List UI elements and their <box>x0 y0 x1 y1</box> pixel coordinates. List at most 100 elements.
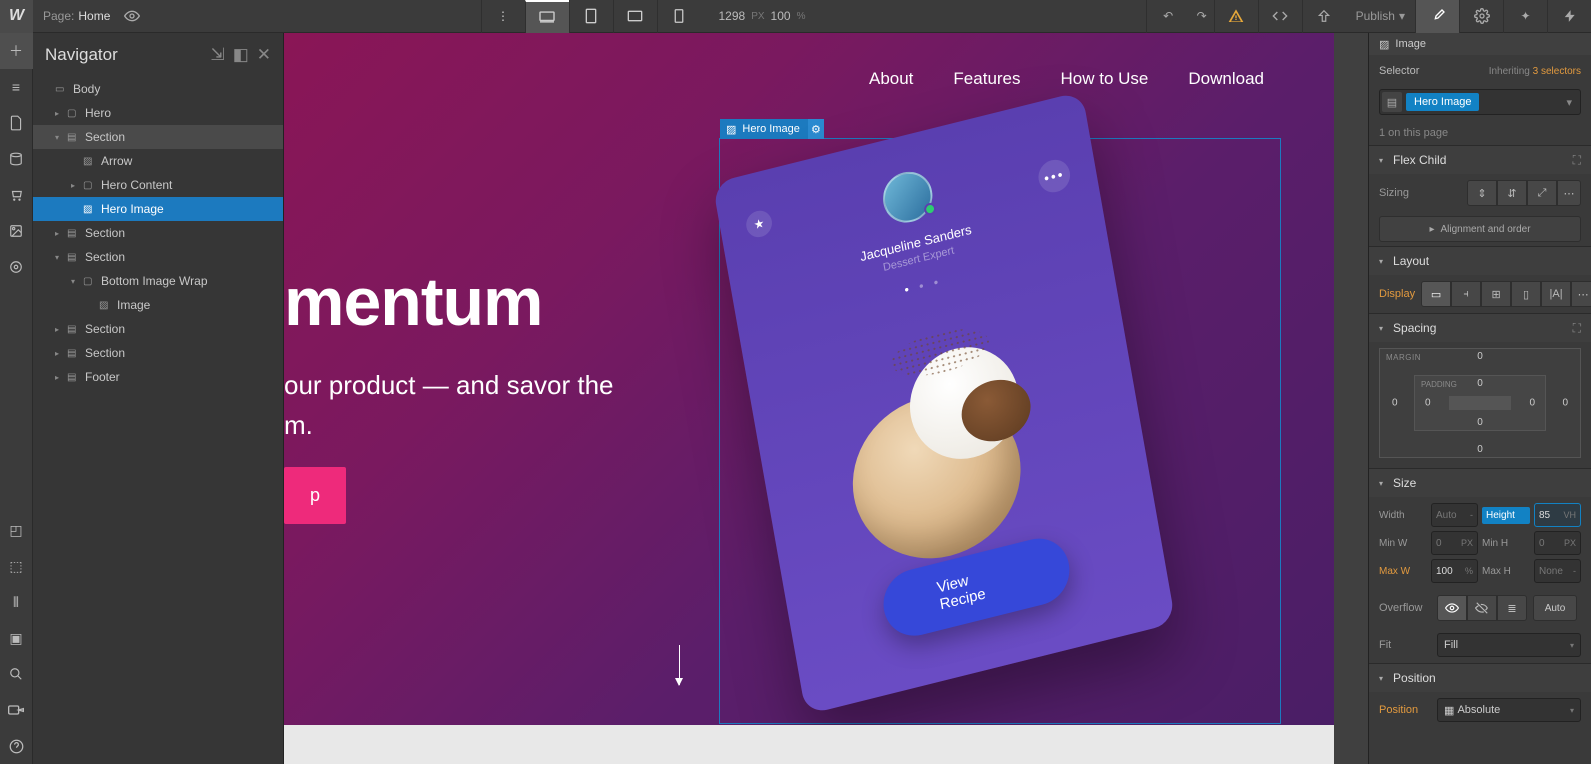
margin-bottom[interactable]: 0 <box>1477 444 1483 455</box>
margin-top[interactable]: 0 <box>1477 351 1483 362</box>
fit-select[interactable]: Fill▾ <box>1437 633 1581 657</box>
margin-left[interactable]: 0 <box>1392 398 1398 409</box>
overflow-auto-button[interactable]: Auto <box>1533 595 1577 621</box>
minw-input[interactable]: 0PX <box>1431 531 1478 555</box>
expand-icon[interactable]: ⛶ <box>1573 321 1581 336</box>
design-canvas[interactable]: About Features How to Use Download mentu… <box>284 33 1368 764</box>
sizing-shrink-icon[interactable]: ⇕ <box>1467 180 1497 206</box>
dock-icon[interactable]: ◧ <box>233 45 249 65</box>
section-flex-child[interactable]: ▾Flex Child⛶ <box>1369 146 1591 174</box>
cms-icon[interactable] <box>0 141 33 177</box>
tree-section-1[interactable]: ▾▤Section <box>33 125 283 149</box>
effects-tab-icon[interactable]: ✦ <box>1503 0 1547 33</box>
settings-left-icon[interactable] <box>0 249 33 285</box>
tree-hero[interactable]: ▸▢Hero <box>33 101 283 125</box>
publish-button[interactable]: Publish ▾ <box>1346 9 1415 23</box>
settings-tab-icon[interactable] <box>1459 0 1503 33</box>
minh-input[interactable]: 0PX <box>1534 531 1581 555</box>
height-input[interactable]: 85VH <box>1534 503 1581 527</box>
align-order-button[interactable]: ▸Alignment and order <box>1379 216 1581 242</box>
display-inlineblock-icon[interactable]: ▯ <box>1511 281 1541 307</box>
edges-icon[interactable]: ⬚ <box>0 548 33 584</box>
selector-tag[interactable]: Hero Image <box>1406 93 1479 111</box>
overflow-hidden-icon[interactable] <box>1467 595 1497 621</box>
export-icon[interactable] <box>1302 0 1346 33</box>
tree-section-2[interactable]: ▸▤Section <box>33 221 283 245</box>
code-icon[interactable] <box>1258 0 1302 33</box>
navigator-icon[interactable]: ≡ <box>0 69 33 105</box>
tablet-landscape-icon[interactable] <box>613 0 657 33</box>
cta-button[interactable]: p <box>284 467 346 524</box>
sizing-grow-icon[interactable]: ⇵ <box>1497 180 1527 206</box>
sizing-none-icon[interactable]: ⤢ <box>1527 180 1557 206</box>
section-position[interactable]: ▾Position <box>1369 664 1591 692</box>
style-tab-icon[interactable] <box>1415 0 1459 33</box>
maxh-input[interactable]: None- <box>1534 559 1581 583</box>
display-flex-icon[interactable]: ⫞ <box>1451 281 1481 307</box>
display-grid-icon[interactable]: ⊞ <box>1481 281 1511 307</box>
video-icon[interactable] <box>0 692 33 728</box>
search-icon[interactable] <box>0 656 33 692</box>
tree-section-3[interactable]: ▾▤Section <box>33 245 283 269</box>
nav-download[interactable]: Download <box>1188 69 1264 89</box>
scroll-arrow-icon[interactable] <box>679 645 680 685</box>
maxw-input[interactable]: 100% <box>1431 559 1478 583</box>
overflow-scroll-icon[interactable]: ≣ <box>1497 595 1527 621</box>
selector-input[interactable]: ▤ Hero Image ▾ <box>1379 89 1581 115</box>
nav-features[interactable]: Features <box>953 69 1020 89</box>
expand-icon[interactable]: ⛶ <box>1573 153 1581 168</box>
redo-icon[interactable]: ↷ <box>1190 0 1214 33</box>
width-input[interactable]: Auto- <box>1431 503 1478 527</box>
tablet-device-icon[interactable] <box>569 0 613 33</box>
sizing-more-icon[interactable]: ⋯ <box>1557 180 1581 206</box>
help-icon[interactable] <box>0 728 33 764</box>
tree-section-5[interactable]: ▸▤Section <box>33 341 283 365</box>
selection-tag[interactable]: ▨ Hero Image ⚙ <box>720 119 824 139</box>
ecommerce-icon[interactable] <box>0 177 33 213</box>
gear-icon[interactable]: ⚙ <box>808 119 824 139</box>
chevron-down-icon[interactable]: ▾ <box>1560 96 1578 109</box>
canvas-width-value[interactable]: 1298 <box>719 9 746 23</box>
desktop-device-icon[interactable] <box>525 0 569 33</box>
position-select[interactable]: ▦ Absolute▾ <box>1437 698 1581 722</box>
section-spacing[interactable]: ▾Spacing⛶ <box>1369 314 1591 342</box>
tree-hero-content[interactable]: ▸▢Hero Content <box>33 173 283 197</box>
tree-body[interactable]: ▭Body <box>33 77 283 101</box>
overflow-visible-icon[interactable] <box>1437 595 1467 621</box>
inheriting-count[interactable]: 3 selectors <box>1533 66 1581 77</box>
margin-right[interactable]: 0 <box>1562 398 1568 409</box>
tree-section-4[interactable]: ▸▤Section <box>33 317 283 341</box>
display-block-icon[interactable]: ▭ <box>1421 281 1451 307</box>
more-options-icon[interactable]: ⋮ <box>481 0 525 33</box>
nav-howto[interactable]: How to Use <box>1061 69 1149 89</box>
tree-footer[interactable]: ▸▤Footer <box>33 365 283 389</box>
unpin-icon[interactable]: ⇲ <box>210 45 224 65</box>
preview-eye-icon[interactable] <box>124 8 140 24</box>
add-element-icon[interactable]: ＋ <box>0 33 33 69</box>
breakpoints-icon[interactable]: ▣ <box>0 620 33 656</box>
nav-about[interactable]: About <box>869 69 913 89</box>
tree-arrow[interactable]: ▨Arrow <box>33 149 283 173</box>
xray-icon[interactable]: ◰ <box>0 512 33 548</box>
warning-icon[interactable] <box>1214 0 1258 33</box>
undo-icon[interactable]: ↶ <box>1146 0 1190 33</box>
mobile-device-icon[interactable] <box>657 0 701 33</box>
tree-image[interactable]: ▨Image <box>33 293 283 317</box>
webflow-logo-icon[interactable]: W <box>0 0 33 33</box>
padding-left[interactable]: 0 <box>1425 398 1431 409</box>
assets-icon[interactable] <box>0 213 33 249</box>
page-name[interactable]: Home <box>78 9 110 23</box>
tree-hero-image[interactable]: ▨Hero Image <box>33 197 283 221</box>
close-icon[interactable]: ✕ <box>257 45 271 65</box>
padding-right[interactable]: 0 <box>1529 398 1535 409</box>
pages-icon[interactable] <box>0 105 33 141</box>
tree-bottom-wrap[interactable]: ▾▢Bottom Image Wrap <box>33 269 283 293</box>
interactions-tab-icon[interactable] <box>1547 0 1591 33</box>
canvas-zoom-value[interactable]: 100 <box>771 9 791 23</box>
display-more-icon[interactable]: ⋯ <box>1571 281 1591 307</box>
padding-bottom[interactable]: 0 <box>1477 417 1483 428</box>
display-inline-icon[interactable]: |A| <box>1541 281 1571 307</box>
padding-top[interactable]: 0 <box>1477 378 1483 389</box>
section-size[interactable]: ▾Size <box>1369 469 1591 497</box>
spacing-editor[interactable]: MARGIN 0 0 0 0 PADDING 0 0 0 0 <box>1379 348 1581 458</box>
